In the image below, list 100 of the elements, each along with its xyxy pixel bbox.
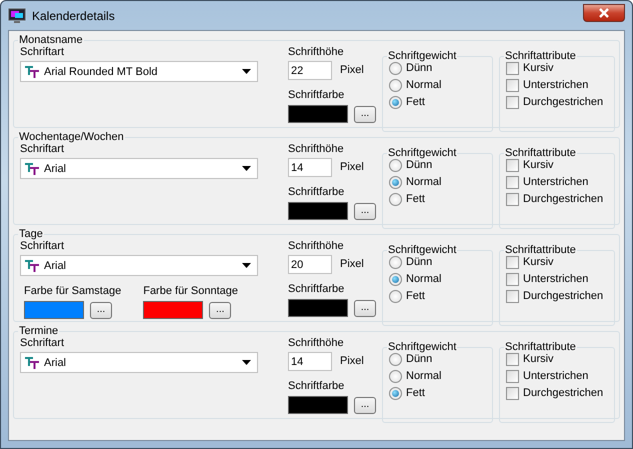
- checkbox[interactable]: [506, 370, 519, 383]
- field-label: Schriftfarbe: [288, 186, 346, 199]
- option-label[interactable]: Durchgestrichen: [523, 96, 604, 109]
- radio-button[interactable]: [389, 370, 402, 383]
- option-label[interactable]: Fett: [406, 96, 425, 109]
- option-label[interactable]: Fett: [406, 387, 425, 400]
- font-dropdown[interactable]: Arial Rounded MT Bold: [20, 61, 258, 82]
- option-label[interactable]: Dünn: [406, 159, 432, 172]
- size-field[interactable]: 14: [288, 158, 332, 177]
- checkbox[interactable]: [506, 193, 519, 206]
- checkbox[interactable]: [506, 176, 519, 189]
- color-picker-button[interactable]: ...: [90, 302, 112, 318]
- radio-button[interactable]: [389, 193, 402, 206]
- radio-button[interactable]: [389, 256, 402, 269]
- color-picker-button[interactable]: ...: [354, 396, 376, 414]
- option-label[interactable]: Unterstrichen: [523, 176, 588, 189]
- group-title: Schriftattribute: [504, 147, 577, 159]
- color-picker-button[interactable]: ...: [354, 202, 376, 220]
- field-label: Schriftart: [20, 46, 66, 59]
- field-label: Schriftart: [20, 143, 66, 156]
- radio-button[interactable]: [389, 273, 402, 286]
- checkbox[interactable]: [506, 256, 519, 269]
- checkbox[interactable]: [506, 79, 519, 92]
- field-label: Schrifthöhe: [288, 337, 345, 350]
- size-field[interactable]: 14: [288, 352, 332, 371]
- radio-button[interactable]: [389, 387, 402, 400]
- option-label[interactable]: Unterstrichen: [523, 273, 588, 286]
- field-label: Farbe für Samstage: [24, 285, 122, 298]
- close-icon: [598, 8, 610, 18]
- unit-label: Pixel: [340, 161, 364, 174]
- option-label[interactable]: Normal: [406, 79, 442, 92]
- group-title: Schriftattribute: [504, 244, 577, 256]
- group-title: Schriftgewicht: [387, 244, 458, 256]
- font-dropdown[interactable]: Arial: [20, 255, 258, 276]
- checkbox[interactable]: [506, 290, 519, 303]
- font-icon: [25, 260, 39, 272]
- checkbox[interactable]: [506, 273, 519, 286]
- radio-button[interactable]: [389, 176, 402, 189]
- monitor-icon: [8, 8, 26, 24]
- group-title: Schriftattribute: [504, 341, 577, 353]
- option-label[interactable]: Dünn: [406, 353, 432, 366]
- option-label[interactable]: Normal: [406, 176, 442, 189]
- option-label[interactable]: Unterstrichen: [523, 79, 588, 92]
- caret-icon: [242, 263, 251, 268]
- font-dropdown[interactable]: Arial: [20, 352, 258, 373]
- size-field[interactable]: 20: [288, 255, 332, 274]
- caret-icon: [242, 360, 251, 365]
- group-title: Schriftgewicht: [387, 341, 458, 353]
- radio-button[interactable]: [389, 159, 402, 172]
- field-label: Schrifthöhe: [288, 240, 345, 253]
- section-title: Monatsname: [18, 34, 84, 46]
- section-title: Tage: [18, 228, 44, 240]
- radio-button[interactable]: [389, 62, 402, 75]
- field-label: Schriftfarbe: [288, 89, 346, 102]
- field-label: Schriftfarbe: [288, 380, 346, 393]
- radio-button[interactable]: [389, 353, 402, 366]
- option-label[interactable]: Dünn: [406, 256, 432, 269]
- group-title: Schriftgewicht: [387, 50, 458, 62]
- option-label[interactable]: Fett: [406, 290, 425, 303]
- color-picker-button[interactable]: ...: [354, 106, 376, 122]
- option-label[interactable]: Normal: [406, 370, 442, 383]
- option-label[interactable]: Durchgestrichen: [523, 387, 604, 400]
- font-icon: [25, 162, 39, 174]
- option-label[interactable]: Kursiv: [523, 62, 554, 75]
- unit-label: Pixel: [340, 64, 364, 77]
- checkbox[interactable]: [506, 96, 519, 109]
- color-picker-button[interactable]: ...: [354, 300, 376, 316]
- field-label: Schrifthöhe: [288, 46, 345, 59]
- field-label: Farbe für Sonntage: [143, 285, 238, 298]
- unit-label: Pixel: [340, 258, 364, 271]
- checkbox[interactable]: [506, 353, 519, 366]
- field-label: Schrifthöhe: [288, 143, 345, 156]
- caret-icon: [242, 69, 251, 74]
- option-label[interactable]: Fett: [406, 193, 425, 206]
- checkbox[interactable]: [506, 62, 519, 75]
- field-label: Schriftfarbe: [288, 283, 346, 296]
- option-label[interactable]: Kursiv: [523, 353, 554, 366]
- checkbox[interactable]: [506, 387, 519, 400]
- window-title: Kalenderdetails: [32, 8, 115, 22]
- font-dropdown[interactable]: Arial: [20, 158, 258, 179]
- option-label[interactable]: Unterstrichen: [523, 370, 588, 383]
- color-picker-button[interactable]: ...: [209, 302, 232, 318]
- option-label[interactable]: Durchgestrichen: [523, 193, 604, 206]
- section-title: Wochentage/Wochen: [18, 131, 125, 143]
- radio-button[interactable]: [389, 96, 402, 109]
- radio-button[interactable]: [389, 79, 402, 92]
- option-label[interactable]: Kursiv: [523, 159, 554, 172]
- option-label[interactable]: Kursiv: [523, 256, 554, 269]
- option-label[interactable]: Normal: [406, 273, 442, 286]
- radio-button[interactable]: [389, 290, 402, 303]
- group-title: Schriftgewicht: [387, 147, 458, 159]
- option-label[interactable]: Durchgestrichen: [523, 290, 604, 303]
- checkbox[interactable]: [506, 159, 519, 172]
- size-field[interactable]: 22: [288, 61, 332, 80]
- section-title: Termine: [18, 325, 60, 337]
- font-icon: [25, 66, 39, 78]
- option-label[interactable]: Dünn: [406, 62, 432, 75]
- field-label: Schriftart: [20, 337, 66, 350]
- close-button[interactable]: [583, 4, 625, 22]
- unit-label: Pixel: [340, 355, 364, 368]
